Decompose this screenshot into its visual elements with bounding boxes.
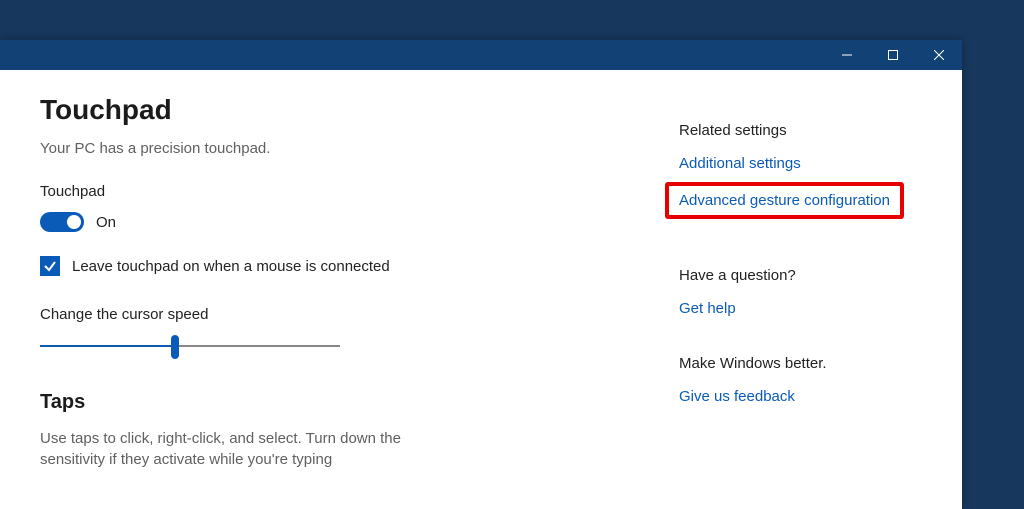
sidebar: Related settings Additional settings Adv… — [679, 70, 962, 509]
close-icon — [934, 50, 944, 60]
touchpad-label: Touchpad — [40, 183, 679, 200]
cursor-speed-slider[interactable] — [40, 335, 340, 359]
highlight-annotation: Advanced gesture configuration — [665, 182, 904, 219]
maximize-button[interactable] — [870, 40, 916, 70]
minimize-icon — [842, 50, 852, 60]
leave-on-checkbox[interactable] — [40, 256, 60, 276]
taps-description: Use taps to click, right-click, and sele… — [40, 428, 470, 470]
touchpad-toggle-state: On — [96, 214, 116, 231]
touchpad-toggle[interactable] — [40, 212, 84, 232]
cursor-slider-container — [40, 335, 679, 359]
get-help-link[interactable]: Get help — [679, 300, 942, 317]
toggle-knob — [67, 215, 81, 229]
leave-on-label: Leave touchpad on when a mouse is connec… — [72, 258, 390, 275]
better-block: Make Windows better. Give us feedback — [679, 355, 942, 405]
cursor-speed-label: Change the cursor speed — [40, 306, 679, 323]
content-area: Touchpad Your PC has a precision touchpa… — [0, 70, 962, 509]
related-block: Related settings Additional settings Adv… — [679, 122, 942, 229]
settings-window: Touchpad Your PC has a precision touchpa… — [0, 40, 962, 509]
minimize-button[interactable] — [824, 40, 870, 70]
maximize-icon — [888, 50, 898, 60]
taps-heading: Taps — [40, 391, 679, 414]
slider-track-fill — [40, 345, 175, 347]
main-panel: Touchpad Your PC has a precision touchpa… — [0, 70, 679, 509]
question-block: Have a question? Get help — [679, 267, 942, 317]
slider-thumb[interactable] — [171, 335, 179, 359]
related-heading: Related settings — [679, 122, 942, 139]
advanced-gesture-link[interactable]: Advanced gesture configuration — [679, 192, 890, 209]
touchpad-toggle-row: On — [40, 212, 679, 232]
additional-settings-link[interactable]: Additional settings — [679, 155, 942, 172]
leave-on-row: Leave touchpad on when a mouse is connec… — [40, 256, 679, 276]
close-button[interactable] — [916, 40, 962, 70]
page-subtitle: Your PC has a precision touchpad. — [40, 140, 679, 157]
feedback-link[interactable]: Give us feedback — [679, 388, 942, 405]
page-title: Touchpad — [40, 94, 679, 126]
titlebar — [0, 40, 962, 70]
better-heading: Make Windows better. — [679, 355, 942, 372]
checkmark-icon — [43, 259, 57, 273]
question-heading: Have a question? — [679, 267, 942, 284]
